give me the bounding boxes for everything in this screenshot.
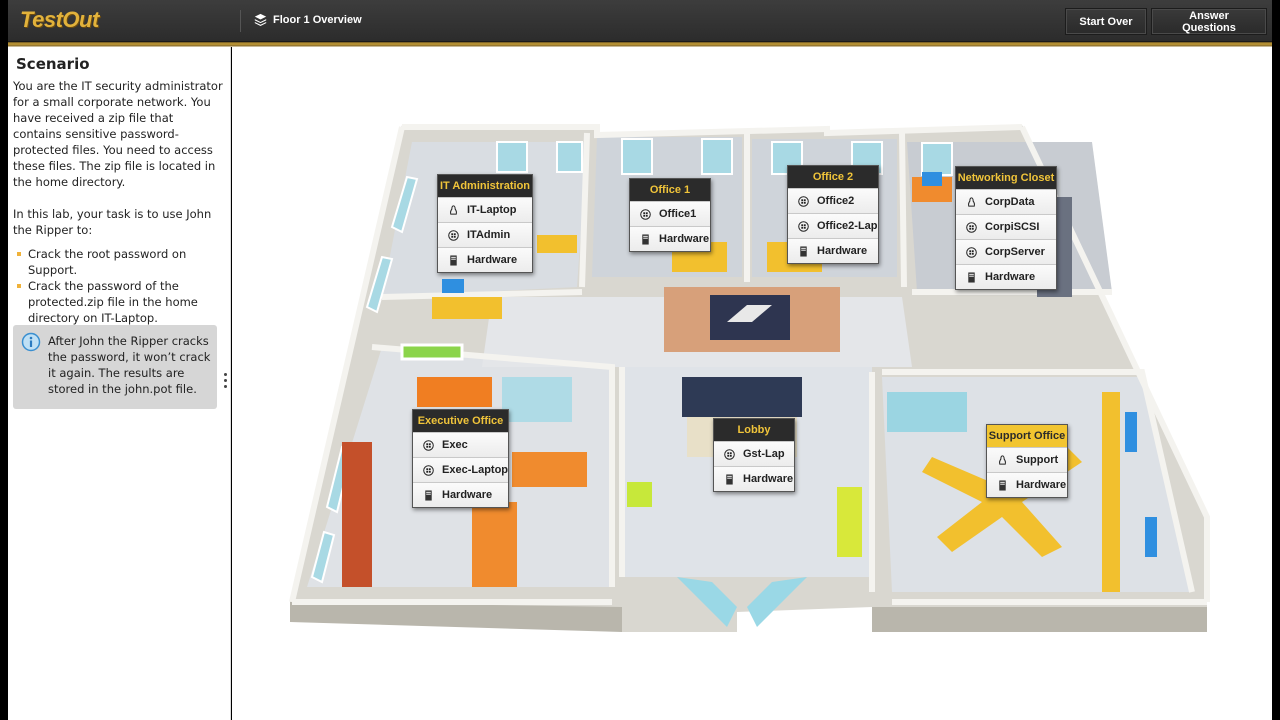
windows-icon [798,195,809,207]
device-corpserver[interactable]: CorpServer [956,239,1056,264]
info-icon [21,332,41,352]
device-exec-laptop[interactable]: Exec-Laptop [413,457,508,482]
room-title: IT Administration [438,175,532,197]
device-label: Support [1016,454,1059,466]
device-label: CorpServer [985,246,1045,258]
hardware-icon [425,489,432,501]
task-list: Crack the root password on Support. Crac… [13,246,225,326]
layers-icon [254,13,267,26]
device-label: Hardware [1016,479,1067,491]
device-gst-lap[interactable]: Gst-Lap [714,441,794,466]
device-label: Hardware [442,489,493,501]
windows-icon [966,221,977,233]
windows-icon [423,464,434,476]
windows-icon [798,220,809,232]
device-label: CorpData [985,196,1035,208]
toolbar-divider [240,10,241,32]
device-label: Exec [442,439,468,451]
scenario-title: Scenario [16,55,90,73]
room-office-2: Office 2 Office2 Office2-Lap Hardware [787,165,879,264]
device-itadmin[interactable]: ITAdmin [438,222,532,247]
room-executive-office: Executive Office Exec Exec-Laptop Hardwa… [412,409,509,508]
room-title: Executive Office [413,410,508,432]
room-support-office: Support Office Support Hardware [986,424,1068,498]
hardware-icon [450,254,457,266]
room-title: Support Office [987,425,1067,447]
device-office2[interactable]: Office2 [788,188,878,213]
device-label: Office2 [817,195,855,207]
info-note-text: After John the Ripper cracks the passwor… [48,334,211,396]
windows-icon [640,208,651,220]
info-note: After John the Ripper cracks the passwor… [13,325,217,409]
linux-icon [999,454,1006,465]
device-label: Exec-Laptop [442,464,509,476]
hardware-icon [999,479,1006,491]
windows-icon [448,229,459,241]
device-office1[interactable]: Office1 [630,201,710,226]
device-label: Office2-Lap [817,220,878,232]
scenario-panel: Scenario You are the IT security adminis… [8,47,231,720]
hardware-icon [726,473,733,485]
device-hardware[interactable]: Hardware [956,264,1056,289]
hardware-icon [800,245,807,257]
device-label: Hardware [659,233,710,245]
room-networking-closet: Networking Closet CorpData CorpiSCSI Cor… [955,166,1057,290]
scenario-intro: You are the IT security administrator fo… [13,79,223,189]
device-label: Hardware [985,271,1036,283]
room-office-1: Office 1 Office1 Hardware [629,178,711,252]
device-hardware[interactable]: Hardware [714,466,794,491]
windows-icon [423,439,434,451]
device-support[interactable]: Support [987,447,1067,472]
device-hardware[interactable]: Hardware [413,482,508,507]
device-corpiscsi[interactable]: CorpiSCSI [956,214,1056,239]
device-label: IT-Laptop [467,204,517,216]
room-title: Networking Closet [956,167,1056,189]
device-label: Office1 [659,208,697,220]
hardware-icon [968,271,975,283]
top-toolbar: TestOut Floor 1 Overview Start Over Answ… [8,0,1272,42]
device-hardware[interactable]: Hardware [788,238,878,263]
windows-icon [724,448,735,460]
device-hardware[interactable]: Hardware [438,247,532,272]
device-hardware[interactable]: Hardware [987,472,1067,497]
device-label: Hardware [467,254,518,266]
room-title: Office 1 [630,179,710,201]
device-label: Hardware [743,473,794,485]
testout-logo: TestOut [20,7,99,32]
task-item: Crack the password of the protected.zip … [13,278,225,326]
answer-questions-button[interactable]: Answer Questions [1151,8,1267,35]
room-title: Lobby [714,419,794,441]
device-label: ITAdmin [467,229,511,241]
device-hardware[interactable]: Hardware [630,226,710,251]
device-label: CorpiSCSI [985,221,1040,233]
floor-selector[interactable]: Floor 1 Overview [254,13,362,26]
room-it-administration: IT Administration IT-Laptop ITAdmin Hard… [437,174,533,273]
device-corpdata[interactable]: CorpData [956,189,1056,214]
start-over-button[interactable]: Start Over [1065,8,1147,35]
device-label: Gst-Lap [743,448,785,460]
panel-resize-handle[interactable] [222,373,228,393]
floor-label: Floor 1 Overview [273,13,362,26]
device-office2-lap[interactable]: Office2-Lap [788,213,878,238]
hardware-icon [642,233,649,245]
scenario-body: You are the IT security administrator fo… [13,78,225,326]
linux-icon [450,204,457,215]
room-title: Office 2 [788,166,878,188]
task-lead: In this lab, your task is to use John th… [13,207,212,237]
device-label: Hardware [817,245,868,257]
device-it-laptop[interactable]: IT-Laptop [438,197,532,222]
floor-plan-illustration [289,124,1210,632]
device-exec[interactable]: Exec [413,432,508,457]
floor-plan-view: IT Administration IT-Laptop ITAdmin Hard… [232,47,1272,720]
linux-icon [968,196,975,207]
room-lobby: Lobby Gst-Lap Hardware [713,418,795,492]
task-item: Crack the root password on Support. [13,246,225,278]
windows-icon [966,246,977,258]
